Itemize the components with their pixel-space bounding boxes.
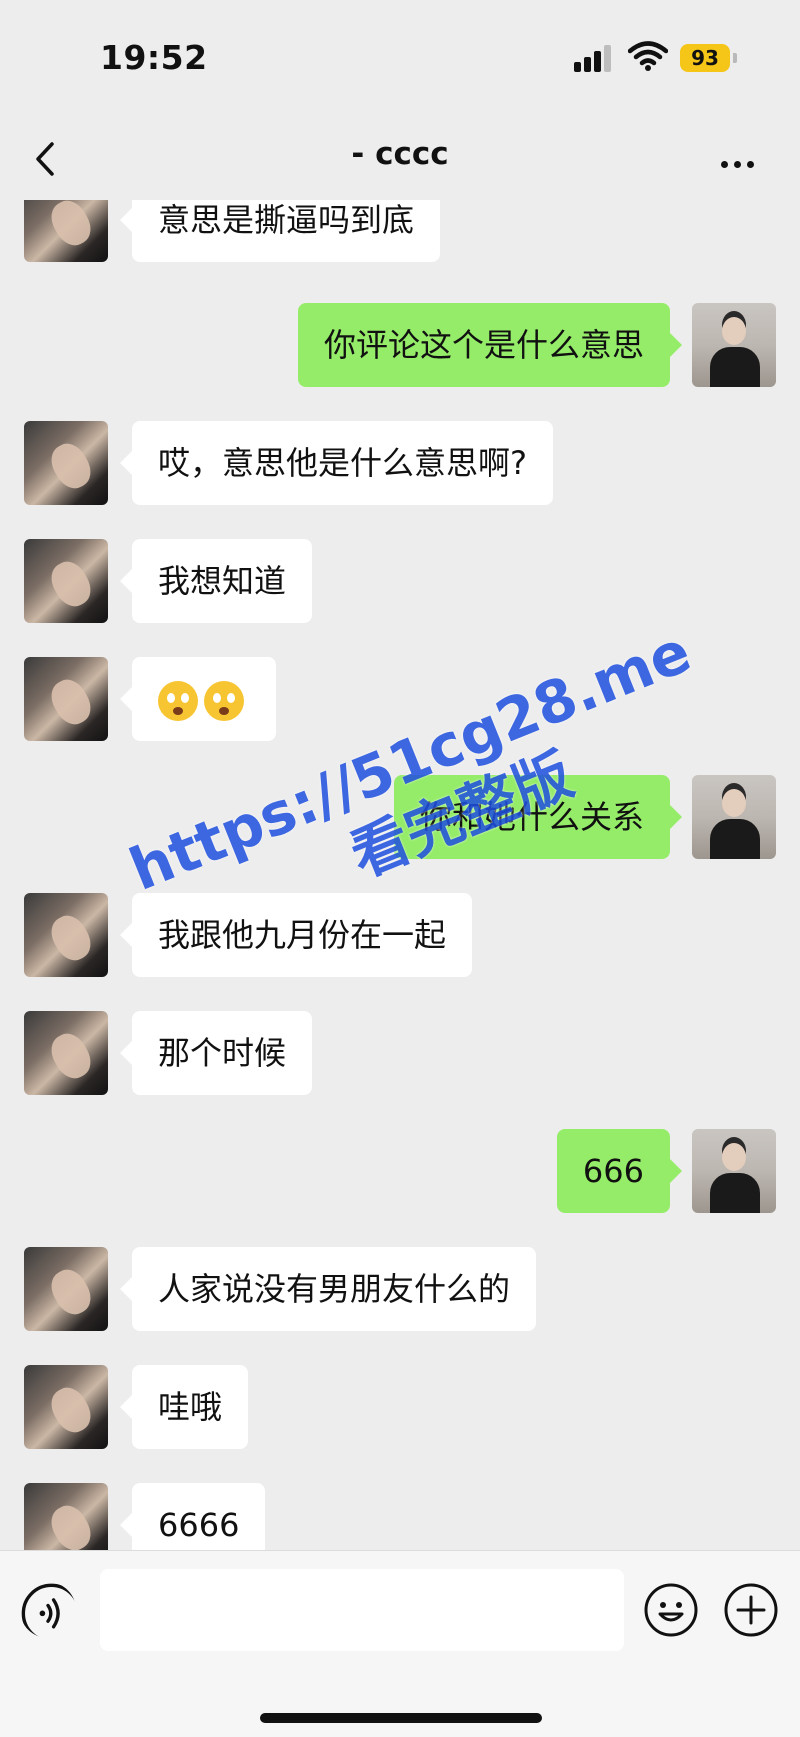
message-list[interactable]: 意思是撕逼吗到底 你评论这个是什么意思 哎，意思他是什么意思啊? 我想知道 你和… xyxy=(0,200,800,1550)
contact-avatar[interactable] xyxy=(24,1011,108,1095)
message-bubble[interactable]: 你评论这个是什么意思 xyxy=(297,303,683,387)
battery-indicator: 93 xyxy=(680,44,730,72)
contact-avatar[interactable] xyxy=(24,539,108,623)
plus-icon[interactable] xyxy=(723,1582,779,1638)
contact-avatar[interactable] xyxy=(24,893,108,977)
message-bubble[interactable]: 人家说没有男朋友什么的 xyxy=(119,1247,537,1331)
message-bubble[interactable]: 我跟他九月份在一起 xyxy=(119,893,473,977)
contact-avatar[interactable] xyxy=(24,1483,108,1550)
message-bubble[interactable]: 哎，意思他是什么意思啊? xyxy=(120,421,553,505)
voice-icon[interactable] xyxy=(20,1582,76,1638)
emoji-message-bubble[interactable] xyxy=(120,657,276,741)
contact-avatar[interactable] xyxy=(24,657,108,741)
battery-tip xyxy=(733,53,737,63)
contact-avatar[interactable] xyxy=(24,1365,108,1449)
message-bubble[interactable]: 那个时候 xyxy=(119,1011,313,1095)
more-dots-icon[interactable] xyxy=(718,142,768,172)
status-time: 19:52 xyxy=(100,38,208,77)
status-bar: 19:52 93 xyxy=(0,0,800,120)
contact-avatar[interactable] xyxy=(24,421,108,505)
message-bubble[interactable]: 666 xyxy=(556,1129,683,1213)
home-indicator xyxy=(260,1713,542,1723)
nav-bar: - cccc xyxy=(0,120,800,200)
message-bubble[interactable]: 哇哦 xyxy=(119,1365,249,1449)
chat-title: - cccc xyxy=(351,136,449,172)
input-bar xyxy=(0,1550,800,1737)
message-bubble[interactable]: 意思是撕逼吗到底 xyxy=(119,200,441,262)
contact-avatar[interactable] xyxy=(24,200,108,262)
smile-icon[interactable] xyxy=(643,1582,699,1638)
wifi-icon xyxy=(628,41,668,71)
cellular-signal-icon xyxy=(574,44,618,72)
crying-face-emoji xyxy=(158,681,198,721)
message-bubble[interactable]: 你和她什么关系 xyxy=(393,775,683,859)
crying-face-emoji xyxy=(204,681,244,721)
message-bubble[interactable]: 6666 xyxy=(119,1483,266,1550)
my-avatar[interactable] xyxy=(692,775,776,859)
my-avatar[interactable] xyxy=(692,303,776,387)
message-bubble[interactable]: 我想知道 xyxy=(119,539,313,623)
my-avatar[interactable] xyxy=(692,1129,776,1213)
contact-avatar[interactable] xyxy=(24,1247,108,1331)
message-input[interactable] xyxy=(100,1569,624,1651)
